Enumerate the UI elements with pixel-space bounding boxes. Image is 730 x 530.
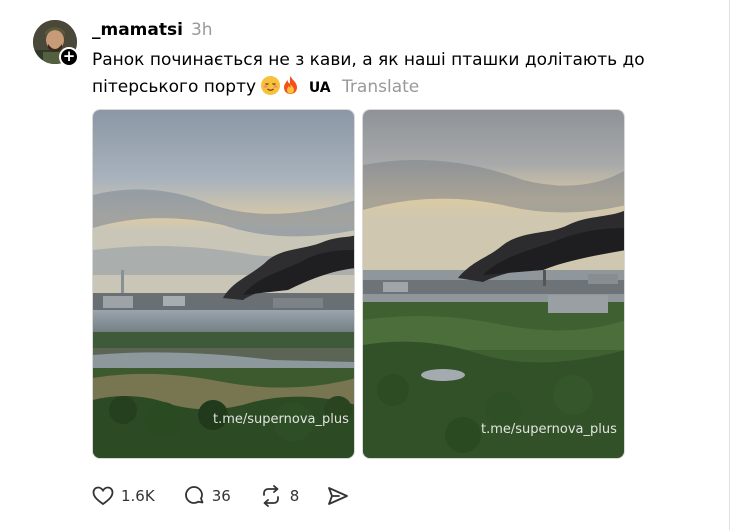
- post-text: Ранок починається не з кави, а як наші п…: [92, 47, 722, 102]
- post-header: _mamatsi 3h: [92, 18, 213, 42]
- repost-count: 8: [289, 487, 300, 505]
- comment-icon: [184, 486, 204, 504]
- post-image-1[interactable]: t.me/supernova_plus: [92, 109, 355, 459]
- like-button[interactable]: 1.6K: [92, 486, 155, 506]
- post-image-2[interactable]: t.me/supernova_plus: [362, 109, 625, 459]
- repost-button[interactable]: 8: [259, 485, 300, 507]
- language-tag: UA: [308, 80, 331, 96]
- share-button[interactable]: [327, 486, 356, 506]
- comment-count: 36: [211, 487, 231, 505]
- heart-icon: [92, 486, 114, 506]
- fire-icon: [282, 75, 299, 95]
- send-icon: [328, 487, 349, 505]
- follow-button[interactable]: +: [59, 47, 79, 67]
- like-count: 1.6K: [121, 487, 155, 505]
- relieved-face-icon: [261, 76, 281, 95]
- watermark: t.me/supernova_plus: [213, 412, 349, 427]
- comment-button[interactable]: 36: [183, 485, 231, 507]
- translate-link[interactable]: Translate: [342, 77, 419, 97]
- thread-post: + _mamatsi 3h Ранок починається не з кави…: [0, 0, 730, 530]
- watermark: t.me/supernova_plus: [481, 422, 617, 437]
- username[interactable]: _mamatsi: [92, 20, 183, 40]
- post-time[interactable]: 3h: [191, 20, 213, 40]
- repost-icon: [262, 485, 279, 507]
- action-bar: 1.6K 36 8: [92, 484, 384, 508]
